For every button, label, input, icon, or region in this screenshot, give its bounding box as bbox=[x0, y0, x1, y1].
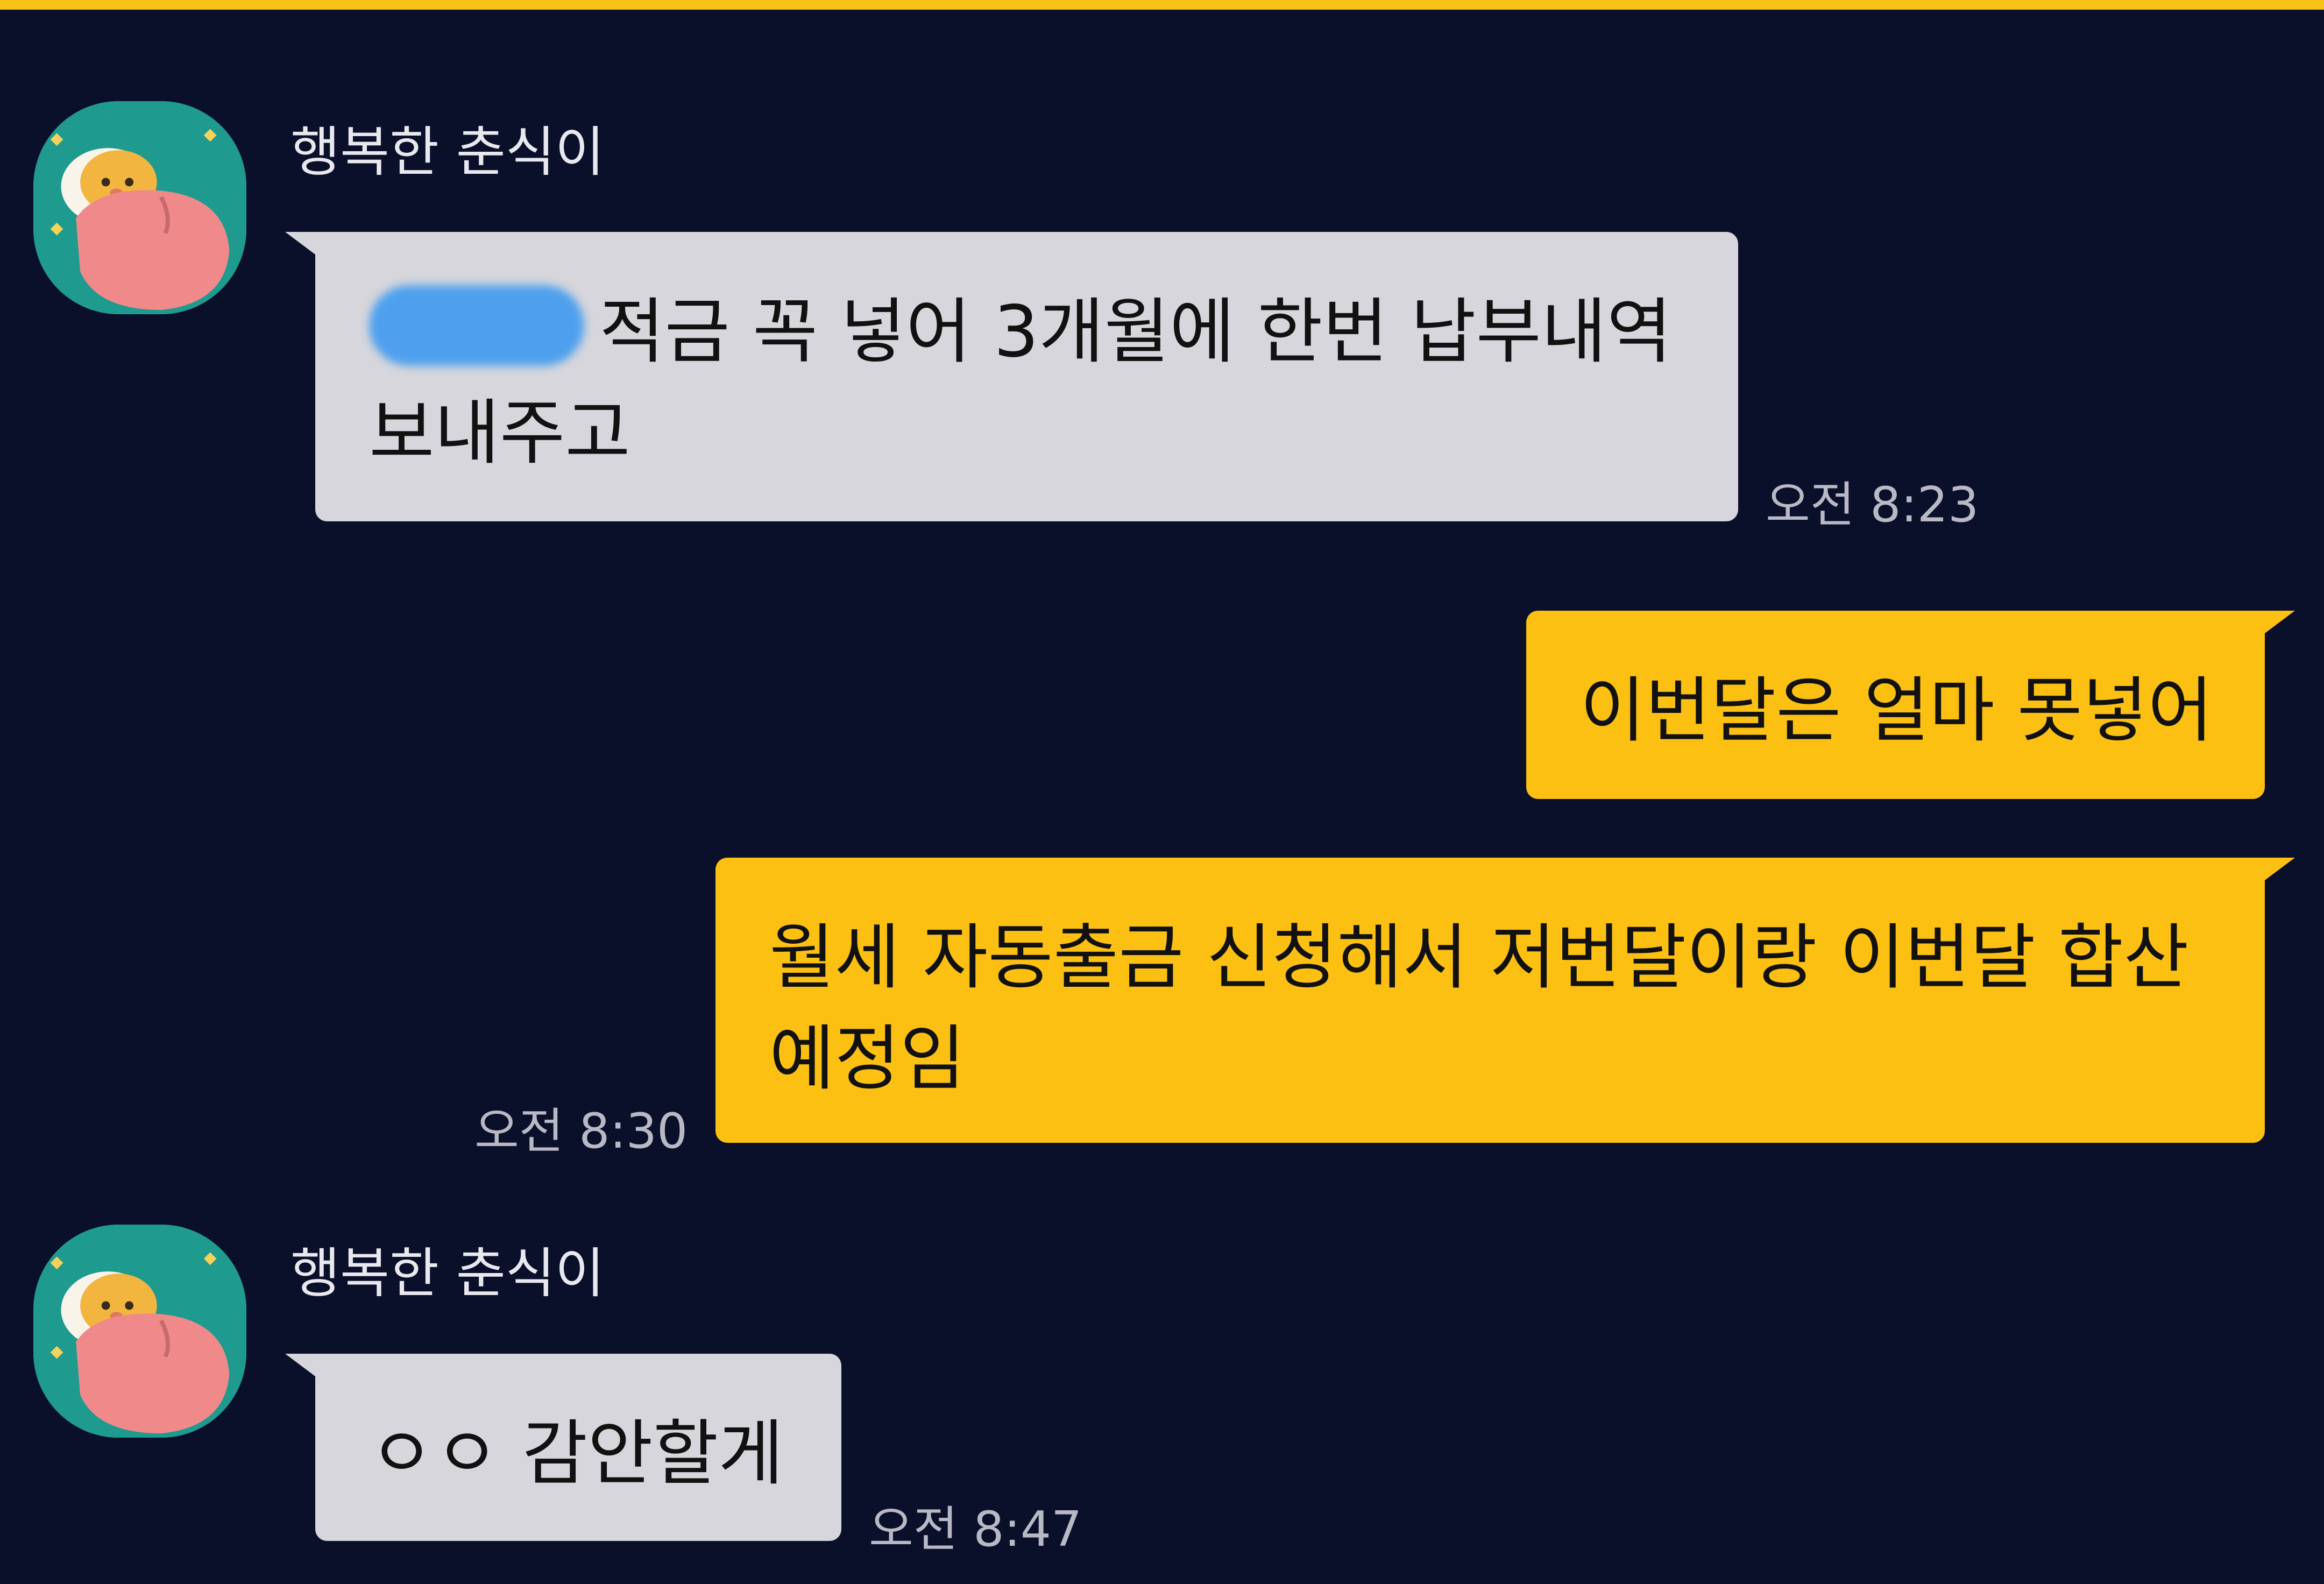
message-timestamp: 오전 8:47 bbox=[869, 1501, 1082, 1558]
message-line: 월세 자동출금 신청해서 저번달이랑 이번달 합산 bbox=[769, 916, 2189, 999]
sender-avatar-icon[interactable] bbox=[33, 101, 246, 314]
outgoing-message-bubble[interactable]: 이번달은 얼마 못넣어 bbox=[1526, 611, 2295, 799]
top-accent-bar bbox=[0, 0, 2324, 10]
chat-message-list[interactable]: 행복한 춘식이 적금 꼭 넣어 3개월에 한번 납부내역 보내주고 오전 8:2… bbox=[0, 10, 2324, 1584]
message-timestamp: 오전 8:23 bbox=[1766, 477, 1979, 533]
choonsik-avatar-icon bbox=[33, 101, 246, 314]
message-line: 적금 꼭 넣어 3개월에 한번 납부내역 bbox=[369, 281, 1684, 383]
message-line: 보내주고 bbox=[369, 392, 630, 475]
incoming-message-bubble[interactable]: ㅇㅇ 감안할게 bbox=[285, 1354, 841, 1541]
incoming-message-bubble[interactable]: 적금 꼭 넣어 3개월에 한번 납부내역 보내주고 bbox=[285, 232, 1738, 521]
message-line: 이번달은 얼마 못넣어 bbox=[1580, 669, 2213, 752]
message-line: ㅇㅇ 감안할게 bbox=[369, 1412, 784, 1495]
redacted-name-blur bbox=[369, 285, 584, 366]
choonsik-avatar-icon bbox=[33, 1225, 246, 1438]
sender-avatar-icon[interactable] bbox=[33, 1225, 246, 1438]
sender-name: 행복한 춘식이 bbox=[290, 121, 605, 183]
outgoing-message-bubble[interactable]: 월세 자동출금 신청해서 저번달이랑 이번달 합산 예정임 bbox=[715, 858, 2295, 1143]
sender-name: 행복한 춘식이 bbox=[290, 1242, 605, 1305]
message-timestamp: 오전 8:30 bbox=[474, 1103, 688, 1159]
message-line: 예정임 bbox=[769, 1017, 966, 1100]
